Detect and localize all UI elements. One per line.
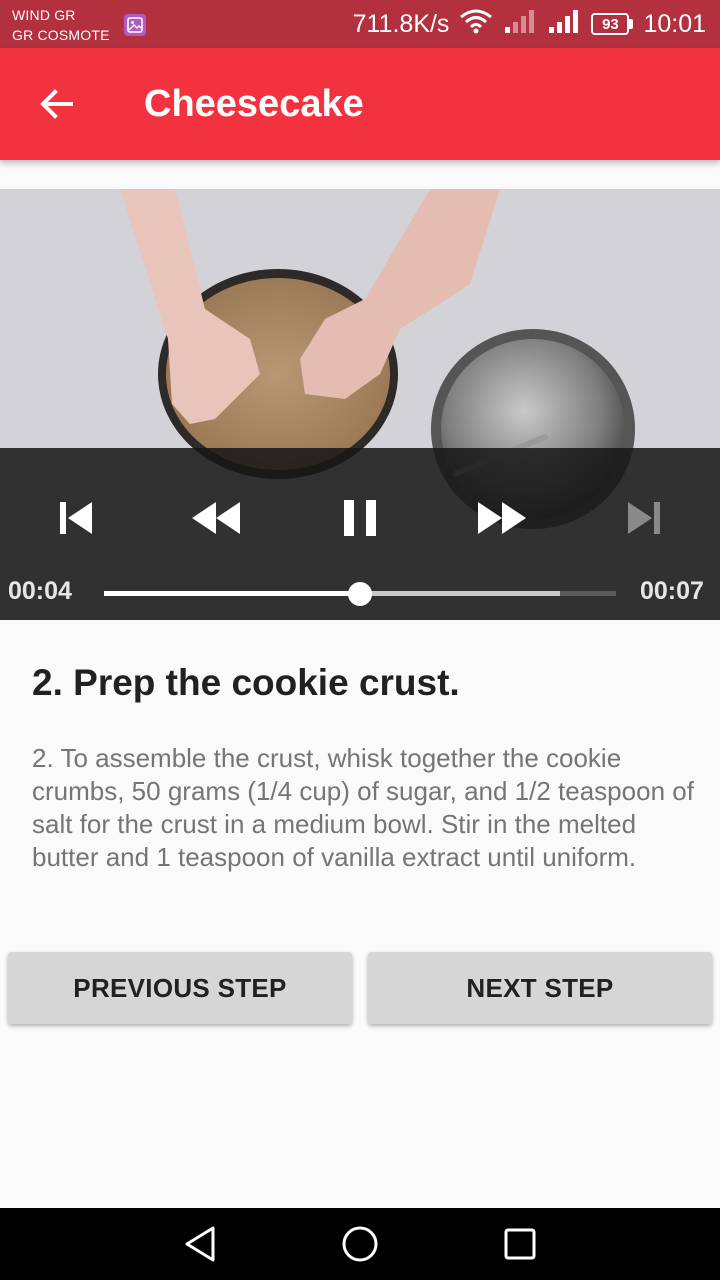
carrier-info: WIND GR GR COSMOTE xyxy=(12,5,110,45)
skip-next-button[interactable] xyxy=(612,486,676,550)
seek-played xyxy=(104,591,360,596)
fast-forward-button[interactable] xyxy=(470,486,534,550)
nav-home-button[interactable] xyxy=(332,1218,388,1270)
fast-forward-icon xyxy=(478,502,526,534)
battery-level: 93 xyxy=(591,13,630,35)
skip-previous-button[interactable] xyxy=(44,486,108,550)
clock: 10:01 xyxy=(643,9,706,38)
pause-icon xyxy=(344,500,376,536)
arrow-back-icon xyxy=(40,89,73,119)
skip-previous-icon xyxy=(60,502,92,534)
battery-icon: 93 xyxy=(591,13,634,35)
current-time: 00:04 xyxy=(8,577,72,605)
signal-icon xyxy=(547,8,581,41)
rewind-button[interactable] xyxy=(184,486,248,550)
skip-next-icon xyxy=(628,502,660,534)
wifi-icon xyxy=(459,8,493,41)
status-right: 711.8K/s 93 10:01 xyxy=(353,0,706,48)
previous-step-button[interactable]: PREVIOUS STEP xyxy=(8,952,352,1024)
app-bar: Cheesecake xyxy=(0,48,720,160)
player-controls: 00:04 00:07 xyxy=(0,448,720,620)
next-step-button[interactable]: NEXT STEP xyxy=(368,952,712,1024)
status-bar: WIND GR GR COSMOTE 711.8K/s 93 10:01 xyxy=(0,0,720,48)
nav-back-icon xyxy=(185,1226,215,1262)
network-speed: 711.8K/s xyxy=(352,9,450,38)
duration-time: 00:07 xyxy=(640,577,704,605)
page-title: Cheesecake xyxy=(144,83,364,125)
step-title: 2. Prep the cookie crust. xyxy=(32,662,460,703)
seek-thumb[interactable] xyxy=(348,582,372,606)
step-description: 2. To assemble the crust, whisk together… xyxy=(32,743,694,872)
nav-home-icon xyxy=(342,1226,378,1262)
carrier-2: GR COSMOTE xyxy=(12,27,110,43)
screen: WIND GR GR COSMOTE 711.8K/s 93 10:01 Che… xyxy=(0,0,720,1280)
back-button[interactable] xyxy=(22,70,90,138)
pause-button[interactable] xyxy=(328,486,392,550)
gallery-icon xyxy=(124,14,146,36)
carrier-1: WIND GR xyxy=(12,7,76,23)
nav-recents-button[interactable] xyxy=(492,1218,548,1270)
video-player[interactable]: 00:04 00:07 xyxy=(0,189,720,620)
signal-weak-icon xyxy=(503,8,537,41)
nav-recents-icon xyxy=(504,1228,536,1260)
nav-back-button[interactable] xyxy=(172,1218,228,1270)
navigation-bar xyxy=(0,1208,720,1280)
rewind-icon xyxy=(192,502,240,534)
seek-bar[interactable] xyxy=(104,582,616,606)
